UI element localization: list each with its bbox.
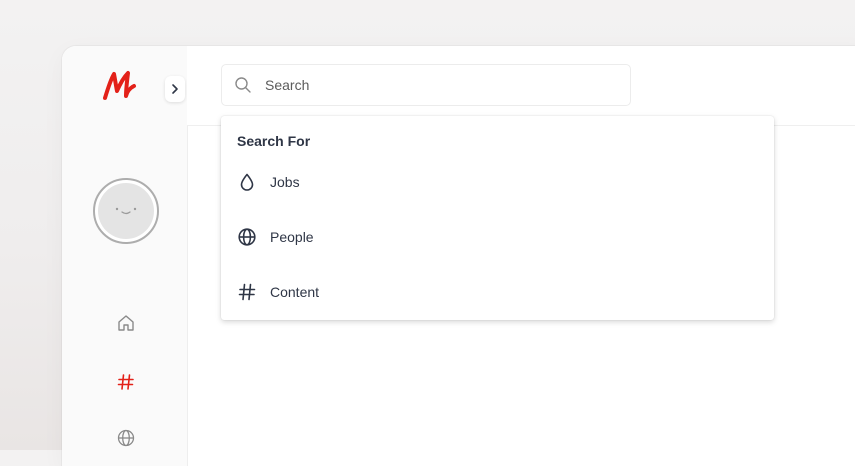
hashtag-icon[interactable] <box>116 372 136 392</box>
search-option-people[interactable]: People <box>237 226 314 248</box>
search-bar[interactable] <box>221 64 631 106</box>
sidebar <box>62 46 188 466</box>
hashtag-icon <box>238 283 256 301</box>
search-option-content[interactable]: Content <box>237 281 319 303</box>
dropdown-header: Search For <box>237 133 311 149</box>
app-window: Search For Jobs People Content <box>62 46 855 466</box>
globe-icon <box>238 228 256 246</box>
brand-logo-mark <box>103 71 136 100</box>
sidebar-expand-button[interactable] <box>165 76 185 102</box>
avatar[interactable] <box>93 178 159 244</box>
smiley-face-icon <box>115 207 137 215</box>
top-bar <box>187 46 855 126</box>
search-input[interactable] <box>265 77 605 93</box>
search-option-jobs[interactable]: Jobs <box>237 171 300 193</box>
search-icon <box>235 77 251 93</box>
home-icon[interactable] <box>116 313 136 333</box>
brand-logo[interactable] <box>102 70 138 107</box>
avatar-placeholder <box>98 183 154 239</box>
drop-icon <box>240 173 254 191</box>
search-option-label: Jobs <box>270 174 300 190</box>
search-dropdown: Search For Jobs People Content <box>221 116 774 320</box>
chevron-right-icon <box>172 84 178 94</box>
globe-icon[interactable] <box>116 428 136 448</box>
search-option-label: People <box>270 229 314 245</box>
search-option-label: Content <box>270 284 320 300</box>
